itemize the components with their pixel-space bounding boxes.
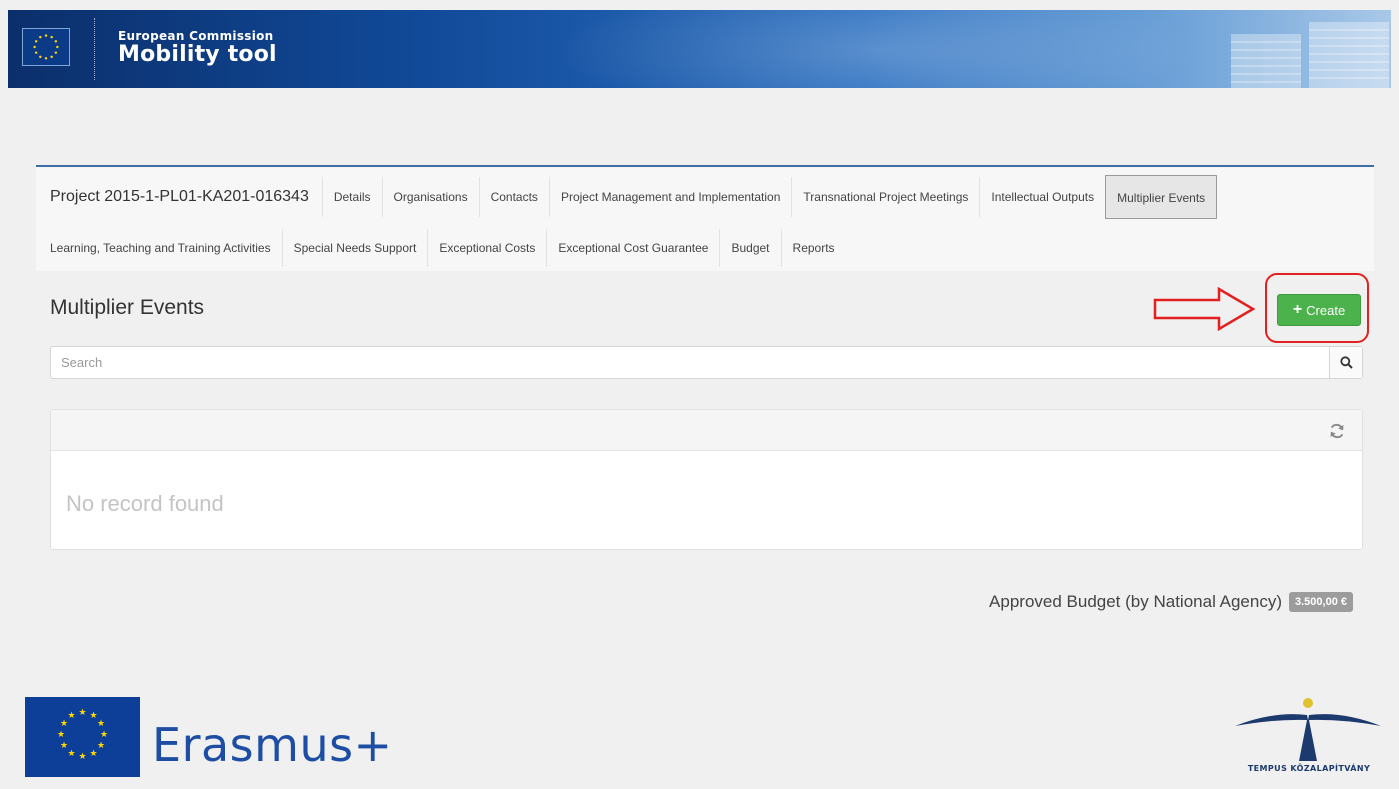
- svg-text:★: ★: [89, 749, 97, 759]
- tab-learning-activities[interactable]: Learning, Teaching and Training Activiti…: [50, 229, 282, 267]
- banner-shine: [528, 10, 1228, 88]
- app-name[interactable]: Mobility tool: [118, 42, 277, 67]
- create-button[interactable]: + Create: [1277, 294, 1361, 326]
- svg-text:★: ★: [60, 741, 68, 751]
- results-panel: No record found: [50, 409, 1363, 550]
- results-toolbar: [51, 410, 1362, 451]
- search-icon: [1339, 356, 1353, 369]
- empty-message: No record found: [66, 491, 224, 516]
- erasmus-flag-icon: ★ ★★ ★★★ ★★★ ★★★: [25, 697, 140, 777]
- refresh-icon[interactable]: [1328, 422, 1346, 440]
- tab-organisations[interactable]: Organisations: [381, 177, 479, 217]
- header-banner: European Commission Mobility tool: [8, 10, 1391, 88]
- tab-details[interactable]: Details: [321, 177, 382, 217]
- tab-project-management[interactable]: Project Management and Implementation: [548, 177, 791, 217]
- tab-exceptional-costs[interactable]: Exceptional Costs: [427, 229, 546, 267]
- create-button-label: Create: [1306, 302, 1346, 318]
- tab-exceptional-cost-guarantee[interactable]: Exceptional Cost Guarantee: [546, 229, 719, 267]
- page-title: Multiplier Events: [50, 296, 205, 319]
- building-graphic: [1231, 22, 1389, 88]
- erasmus-logo-text: Erasmus+: [152, 718, 393, 772]
- nav-row-1: Project 2015-1-PL01-KA201-016343 Details…: [36, 175, 1218, 219]
- tab-contacts[interactable]: Contacts: [478, 177, 549, 217]
- tab-special-needs[interactable]: Special Needs Support: [281, 229, 428, 267]
- budget-label: Approved Budget (by National Agency): [989, 592, 1282, 611]
- tempus-logo-icon: [1235, 698, 1381, 761]
- svg-text:★: ★: [78, 708, 86, 718]
- svg-text:★: ★: [57, 730, 65, 740]
- svg-text:★: ★: [67, 711, 75, 721]
- org-name: European Commission: [118, 29, 274, 43]
- budget-badge: 3.500,00 €: [1289, 592, 1353, 612]
- svg-text:★: ★: [78, 752, 86, 762]
- svg-text:★: ★: [100, 730, 108, 740]
- approved-budget: Approved Budget (by National Agency) 3.5…: [989, 592, 1353, 612]
- tab-intellectual-outputs[interactable]: Intellectual Outputs: [979, 177, 1105, 217]
- search-input[interactable]: [51, 347, 1329, 378]
- svg-text:★: ★: [67, 749, 75, 759]
- banner-divider: [94, 18, 95, 80]
- project-title[interactable]: Project 2015-1-PL01-KA201-016343: [36, 188, 322, 206]
- tab-budget[interactable]: Budget: [719, 229, 780, 267]
- search-bar: [50, 346, 1363, 379]
- tab-multiplier-events[interactable]: Multiplier Events: [1105, 175, 1218, 219]
- svg-text:★: ★: [97, 719, 105, 729]
- tab-transnational-meetings[interactable]: Transnational Project Meetings: [791, 177, 979, 217]
- search-button[interactable]: [1329, 347, 1362, 378]
- arrow-right-annotation: [1153, 287, 1256, 331]
- nav-row-2: Learning, Teaching and Training Activiti…: [50, 229, 846, 267]
- project-nav: Project 2015-1-PL01-KA201-016343 Details…: [36, 165, 1374, 271]
- eu-flag-icon: [22, 28, 70, 66]
- svg-text:★: ★: [97, 741, 105, 751]
- tempus-logo-text: TEMPUS KÖZALAPÍTVÁNY: [1247, 764, 1371, 773]
- tab-reports[interactable]: Reports: [780, 229, 846, 267]
- plus-icon: +: [1292, 301, 1303, 318]
